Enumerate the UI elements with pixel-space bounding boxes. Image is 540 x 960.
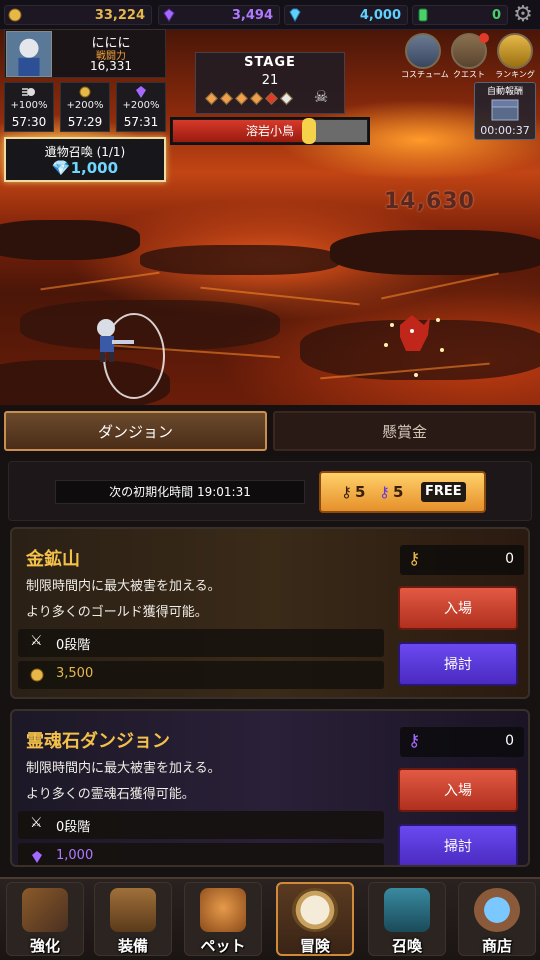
tab-dungeon[interactable]: ダンジョン xyxy=(4,411,267,451)
nav-upgrade[interactable]: 強化 xyxy=(2,880,88,958)
floor-bar: ⚔ 0段階 xyxy=(18,811,384,839)
lava-bird-enemy xyxy=(384,315,444,377)
nav-equipment[interactable]: 装備 xyxy=(90,880,176,958)
ranking-label: ランキング xyxy=(495,70,535,79)
blunderbuss-icon xyxy=(22,888,68,932)
enter-button[interactable]: 入場 xyxy=(398,586,518,630)
hero-character xyxy=(97,313,165,399)
crossed-swords-icon: ⚔ xyxy=(30,633,43,649)
enemy-name: 溶岩小鳥 xyxy=(245,124,294,138)
costume-label: コスチューム xyxy=(401,70,449,79)
gold-key-icon: ⚷ xyxy=(341,483,352,501)
fox-pet-icon xyxy=(200,888,246,932)
quest-label: クエスト xyxy=(453,70,485,79)
key-count: ⚷ 0 xyxy=(400,727,524,757)
ranking-icon[interactable] xyxy=(497,33,533,69)
compass-icon xyxy=(292,888,338,932)
auto-reward-label: 自動報酬 xyxy=(486,87,523,97)
purple-key-icon: ⚷ xyxy=(408,731,421,751)
nav-adventure[interactable]: 冒険 xyxy=(272,880,358,958)
enter-button[interactable]: 入場 xyxy=(398,768,518,812)
nav-shop[interactable]: 商店 xyxy=(454,880,540,958)
treasure-chest-icon xyxy=(110,888,156,932)
damage-number: 14,630 xyxy=(384,189,475,214)
attack-buff[interactable]: +100% 57:30 xyxy=(4,82,54,132)
reward-chest-icon xyxy=(491,99,519,121)
sweep-button[interactable]: 掃討 xyxy=(398,824,518,865)
power-value: 16,331 xyxy=(90,59,132,73)
stage-number: 21 xyxy=(261,73,279,88)
gold-buff-icon xyxy=(79,86,91,98)
nav-summon[interactable]: 召喚 xyxy=(364,880,450,958)
attack-buff-icon xyxy=(22,88,35,96)
free-keys-button[interactable]: ⚷ 5 ⚷ 5 FREE xyxy=(319,471,486,513)
currency-bar: 33,224 3,494 4,000 0 ⚙ xyxy=(0,0,540,30)
diamond-currency: 4,000 xyxy=(284,5,408,25)
reset-timer: 次の初期化時間 19:01:31 xyxy=(55,480,305,504)
gold-coin-icon xyxy=(8,8,22,22)
gold-coin-icon xyxy=(30,668,44,682)
blue-diamond-icon: 💎 xyxy=(51,159,71,177)
soul-stone-dungeon-card: 霊魂石ダンジョン 制限時間内に最大被害を加える。 より多くの霊魂石獲得可能。 ⚔… xyxy=(10,709,530,867)
gold-key-icon: ⚷ xyxy=(408,549,421,569)
gem-bag-icon xyxy=(474,888,520,932)
auto-reward-timer: 00:00:37 xyxy=(480,124,530,137)
dungeon-desc-2: より多くのゴールド獲得可能。 xyxy=(26,605,208,620)
reward-bar: 1,000 xyxy=(18,843,384,865)
purple-key-icon: ⚷ xyxy=(379,483,390,501)
relic-cost: 💎1,000 xyxy=(51,159,119,177)
sweep-button[interactable]: 掃討 xyxy=(398,642,518,686)
blue-diamond-icon xyxy=(289,8,301,22)
relic-summon-button[interactable]: 遺物召喚 (1/1) 💎1,000 xyxy=(4,137,166,182)
avatar[interactable] xyxy=(6,31,52,77)
boss-skull-icon[interactable]: ☠ xyxy=(310,87,332,107)
summon-chest-icon xyxy=(384,888,430,932)
green-gem-icon xyxy=(418,8,428,22)
dungeon-title: 金鉱山 xyxy=(26,549,80,570)
soul-buff-icon xyxy=(136,86,146,98)
reward-bar: 3,500 xyxy=(18,661,384,689)
floor-bar: ⚔ 0段階 xyxy=(18,629,384,657)
gold-currency: 33,224 xyxy=(4,5,152,25)
dungeon-desc-2: より多くの霊魂石獲得可能。 xyxy=(26,787,195,802)
soul-buff[interactable]: +200% 57:31 xyxy=(116,82,166,132)
dungeon-desc-1: 制限時間内に最大被害を加える。 xyxy=(26,579,221,594)
purple-gem-icon xyxy=(32,851,42,863)
quest-alert-badge xyxy=(479,33,489,43)
dungeon-desc-1: 制限時間内に最大被害を加える。 xyxy=(26,761,221,776)
costume-icon[interactable] xyxy=(405,33,441,69)
settings-gear-icon[interactable]: ⚙ xyxy=(512,4,534,26)
key-count: ⚷ 0 xyxy=(400,545,524,575)
stage-label: STAGE xyxy=(244,55,296,70)
gold-mine-card: 金鉱山 制限時間内に最大被害を加える。 より多くのゴールド獲得可能。 ⚔ 0段階… xyxy=(10,527,530,699)
emerald-currency: 0 xyxy=(412,5,508,25)
crossed-swords-icon: ⚔ xyxy=(30,815,43,831)
dungeon-title: 霊魂石ダンジョン xyxy=(26,731,170,752)
tab-bounty[interactable]: 懸賞金 xyxy=(273,411,536,451)
soul-stone-currency: 3,494 xyxy=(158,5,280,25)
nav-pet[interactable]: ペット xyxy=(180,880,266,958)
gold-buff[interactable]: +200% 57:29 xyxy=(60,82,110,132)
purple-gem-icon xyxy=(163,8,175,22)
